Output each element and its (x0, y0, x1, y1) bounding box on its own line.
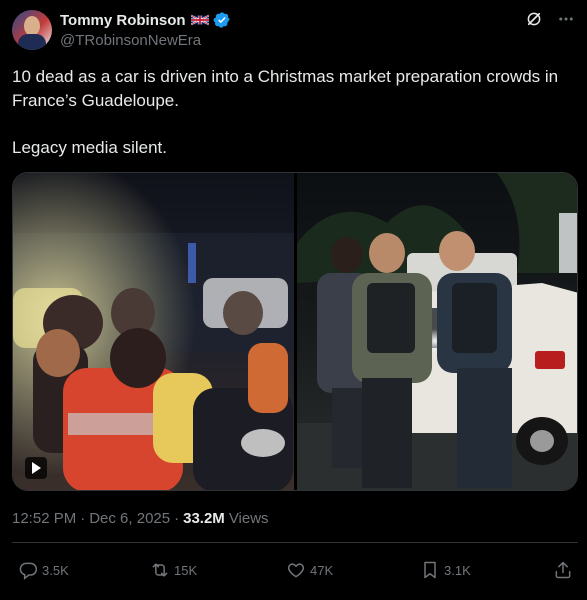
repost-count: 15K (174, 562, 198, 578)
like-button[interactable]: 47K (286, 557, 333, 583)
repost-icon (152, 563, 168, 577)
tweet-media[interactable] (12, 172, 578, 491)
action-bar: 3.5K 15K 47K 3.1K (0, 557, 587, 583)
divider (12, 542, 578, 543)
tweet-date[interactable]: Dec 6, 2025 (89, 510, 170, 527)
bookmark-button[interactable]: 3.1K (420, 557, 471, 583)
share-button[interactable] (553, 557, 573, 583)
author-display-name[interactable]: Tommy Robinson (60, 12, 186, 29)
author-handle[interactable]: @TRobinsonNewEra (60, 32, 201, 49)
reply-icon (19, 562, 38, 580)
repost-button[interactable]: 15K (150, 557, 197, 583)
tweet-card: Tommy Robinson @TRobinsonNewEra 10 dead … (0, 0, 587, 600)
views-label: Views (228, 510, 269, 527)
top-actions (525, 10, 575, 28)
share-icon (555, 561, 571, 579)
author-name-row: Tommy Robinson (60, 11, 231, 29)
avatar[interactable] (12, 10, 52, 50)
grok-icon[interactable] (525, 10, 543, 28)
flag-uk-icon (190, 14, 209, 26)
tweet-time[interactable]: 12:52 PM (12, 510, 76, 527)
reply-count: 3.5K (42, 562, 69, 578)
reply-button[interactable]: 3.5K (18, 557, 69, 583)
bookmark-count: 3.1K (444, 562, 471, 578)
tweet-text: 10 dead as a car is driven into a Christ… (12, 67, 559, 157)
meta-separator: · (80, 510, 86, 527)
play-icon[interactable] (25, 457, 47, 479)
media-video-thumbnail[interactable] (13, 173, 294, 490)
more-icon[interactable] (557, 10, 575, 28)
meta-separator: · (174, 510, 180, 527)
verified-badge-icon[interactable] (213, 11, 231, 29)
tweet-meta: 12:52 PM · Dec 6, 2025 · 33.2M Views (12, 510, 269, 527)
like-count: 47K (310, 562, 334, 578)
like-icon (287, 563, 305, 578)
media-photo[interactable] (297, 173, 577, 490)
views-count[interactable]: 33.2M (183, 510, 225, 527)
bookmark-icon (424, 561, 436, 579)
